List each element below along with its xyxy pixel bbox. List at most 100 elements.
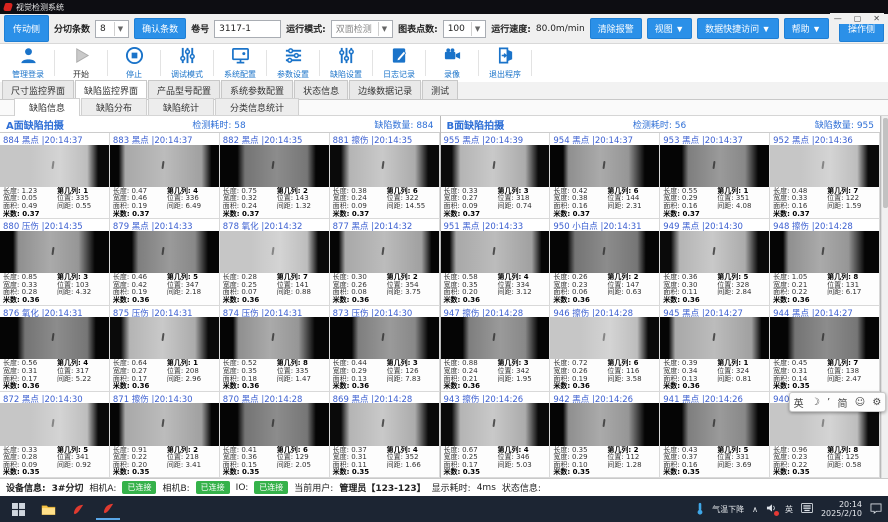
defect-cell-954[interactable]: 954 黑点 |20:14:37 长度: 0.42 宽度: 0.38 面积: 0…	[550, 133, 660, 219]
defect-image[interactable]	[660, 403, 769, 445]
toolbar-button-9[interactable]: 录像	[426, 46, 478, 80]
defect-image[interactable]	[441, 317, 550, 359]
defect-cell-879[interactable]: 879 黑点 |20:14:33 长度: 0.46 宽度: 0.42 面积: 0…	[110, 219, 220, 305]
sub-tab-1[interactable]: 缺陷信息	[14, 98, 80, 116]
defect-image[interactable]	[330, 317, 439, 359]
main-tab-2[interactable]: 缺陷监控界面	[75, 80, 147, 100]
defect-cell-950[interactable]: 950 小白点 |20:14:31 长度: 0.26 宽度: 0.23 面积: …	[550, 219, 660, 305]
ime-item-5[interactable]: ☺	[855, 397, 865, 408]
taskbar-clock[interactable]: 20:14 2025/2/10	[821, 500, 862, 518]
toolbar-button-4[interactable]: 调试模式	[161, 46, 213, 80]
defect-cell-947[interactable]: 947 擦伤 |20:14:28 长度: 0.88 宽度: 0.24 面积: 0…	[441, 306, 551, 392]
defect-cell-881[interactable]: 881 擦伤 |20:14:35 长度: 0.38 宽度: 0.24 面积: 0…	[330, 133, 440, 219]
toolbar-button-5[interactable]: 系统配置	[214, 46, 266, 80]
defect-cell-944[interactable]: 944 黑点 |20:14:27 长度: 0.45 宽度: 0.31 面积: 0…	[770, 306, 880, 392]
defect-image[interactable]	[0, 145, 109, 187]
view-menu-button[interactable]: 视图 ▼	[647, 18, 692, 39]
close-button[interactable]: ✕	[873, 14, 880, 23]
defect-cell-882[interactable]: 882 黑点 |20:14:35 长度: 0.75 宽度: 0.32 面积: 0…	[220, 133, 330, 219]
confirm-count-button[interactable]: 确认条数	[134, 18, 186, 39]
minimize-button[interactable]: —	[834, 14, 842, 23]
toolbar-button-3[interactable]: 停止	[108, 46, 160, 80]
ime-item-4[interactable]: 简	[837, 395, 847, 410]
vertical-scrollbar[interactable]	[881, 116, 888, 478]
main-tab-5[interactable]: 状态信息	[294, 80, 348, 99]
defect-cell-880[interactable]: 880 压伤 |20:14:35 长度: 0.85 宽度: 0.33 面积: 0…	[0, 219, 110, 305]
toolbar-button-8[interactable]: 日志记录	[373, 46, 425, 80]
defect-cell-869[interactable]: 869 黑点 |20:14:28 长度: 0.37 宽度: 0.31 面积: 0…	[330, 392, 440, 478]
defect-image[interactable]	[550, 403, 659, 445]
defect-image[interactable]	[110, 145, 219, 187]
defect-cell-949[interactable]: 949 黑点 |20:14:30 长度: 0.36 宽度: 0.30 面积: 0…	[660, 219, 770, 305]
defect-image[interactable]	[441, 403, 550, 445]
defect-cell-871[interactable]: 871 擦伤 |20:14:30 长度: 0.91 宽度: 0.22 面积: 0…	[110, 392, 220, 478]
windows-start-icon[interactable]	[6, 498, 30, 520]
defect-image[interactable]	[770, 145, 879, 187]
main-tab-6[interactable]: 边缘数据记录	[349, 80, 421, 99]
defect-image[interactable]	[660, 231, 769, 273]
defect-cell-872[interactable]: 872 黑点 |20:14:30 长度: 0.33 宽度: 0.28 面积: 0…	[0, 392, 110, 478]
defect-image[interactable]	[330, 231, 439, 273]
split-count-select[interactable]: 8▼	[95, 20, 129, 38]
defect-image[interactable]	[330, 145, 439, 187]
defect-image[interactable]	[550, 145, 659, 187]
defect-image[interactable]	[441, 145, 550, 187]
defect-cell-878[interactable]: 878 氧化 |20:14:32 长度: 0.28 宽度: 0.25 面积: 0…	[220, 219, 330, 305]
chart-points-select[interactable]: 100▼	[443, 20, 487, 38]
sub-tab-3[interactable]: 缺陷统计	[148, 98, 214, 115]
defect-cell-953[interactable]: 953 黑点 |20:14:37 长度: 0.55 宽度: 0.29 面积: 0…	[660, 133, 770, 219]
defect-image[interactable]	[660, 145, 769, 187]
defect-cell-946[interactable]: 946 擦伤 |20:14:28 长度: 0.72 宽度: 0.26 面积: 0…	[550, 306, 660, 392]
action-center-icon[interactable]	[870, 503, 882, 516]
toolbar-button-6[interactable]: 参数设置	[267, 46, 319, 80]
defect-cell-874[interactable]: 874 压伤 |20:14:31 长度: 0.52 宽度: 0.35 面积: 0…	[220, 306, 330, 392]
file-explorer-icon[interactable]	[36, 498, 60, 520]
defect-image[interactable]	[110, 231, 219, 273]
defect-image[interactable]	[330, 403, 439, 445]
ime-item-6[interactable]: ⚙	[872, 397, 881, 408]
toolbar-button-1[interactable]: 管理登录	[2, 46, 54, 80]
defect-image[interactable]	[770, 317, 879, 359]
inspection-app-active-icon[interactable]	[96, 498, 120, 520]
defect-image[interactable]	[220, 403, 329, 445]
maximize-button[interactable]: ▢	[854, 14, 862, 23]
defect-image[interactable]	[220, 231, 329, 273]
ime-float-toolbar[interactable]: 英☽’简☺⚙	[789, 392, 886, 412]
clear-alarm-button[interactable]: 清除报警	[590, 18, 642, 39]
defect-cell-873[interactable]: 873 压伤 |20:14:30 长度: 0.44 宽度: 0.29 面积: 0…	[330, 306, 440, 392]
help-menu-button[interactable]: 帮助 ▼	[784, 18, 829, 39]
defect-image[interactable]	[770, 231, 879, 273]
tray-expand-caret-icon[interactable]: ∧	[752, 505, 758, 514]
main-tab-3[interactable]: 产品型号配置	[148, 80, 220, 99]
run-mode-select[interactable]: 双面检测▼	[331, 20, 393, 38]
defect-cell-951[interactable]: 951 黑点 |20:14:33 长度: 0.58 宽度: 0.35 面积: 0…	[441, 219, 551, 305]
defect-cell-876[interactable]: 876 氧化 |20:14:31 长度: 0.56 宽度: 0.31 面积: 0…	[0, 306, 110, 392]
sub-tab-4[interactable]: 分类信息统计	[215, 98, 299, 115]
scrollbar-thumb[interactable]	[883, 118, 888, 208]
defect-image[interactable]	[0, 403, 109, 445]
input-language-indicator[interactable]: 英	[785, 504, 793, 515]
toolbar-button-10[interactable]: 退出程序	[479, 46, 531, 80]
ime-item-1[interactable]: 英	[794, 395, 804, 410]
defect-cell-884[interactable]: 884 黑点 |20:14:37 长度: 1.23 宽度: 0.05 面积: 0…	[0, 133, 110, 219]
defect-image[interactable]	[441, 231, 550, 273]
defect-cell-942[interactable]: 942 黑点 |20:14:26 长度: 0.35 宽度: 0.29 面积: 0…	[550, 392, 660, 478]
main-tab-1[interactable]: 尺寸监控界面	[2, 80, 74, 99]
sub-tab-2[interactable]: 缺陷分布	[81, 98, 147, 115]
roll-number-input[interactable]: 3117-1	[214, 20, 281, 38]
defect-cell-945[interactable]: 945 黑点 |20:14:27 长度: 0.39 宽度: 0.34 面积: 0…	[660, 306, 770, 392]
defect-cell-870[interactable]: 870 黑点 |20:14:28 长度: 0.41 宽度: 0.36 面积: 0…	[220, 392, 330, 478]
defect-cell-941[interactable]: 941 黑点 |20:14:26 长度: 0.43 宽度: 0.37 面积: 0…	[660, 392, 770, 478]
toolbar-button-7[interactable]: 缺陷设置	[320, 46, 372, 80]
defect-image[interactable]	[0, 317, 109, 359]
defect-cell-943[interactable]: 943 擦伤 |20:14:26 长度: 0.67 宽度: 0.25 面积: 0…	[441, 392, 551, 478]
main-tab-4[interactable]: 系统参数配置	[221, 80, 293, 99]
defect-image[interactable]	[220, 145, 329, 187]
drive-side-button[interactable]: 传动侧	[4, 15, 49, 42]
defect-image[interactable]	[660, 317, 769, 359]
data-quick-access-menu-button[interactable]: 数据快捷访问 ▼	[697, 18, 778, 39]
defect-cell-952[interactable]: 952 黑点 |20:14:36 长度: 0.48 宽度: 0.33 面积: 0…	[770, 133, 880, 219]
volume-icon[interactable]	[766, 503, 777, 515]
main-tab-7[interactable]: 测试	[422, 80, 458, 99]
inspection-app-icon[interactable]	[66, 498, 90, 520]
